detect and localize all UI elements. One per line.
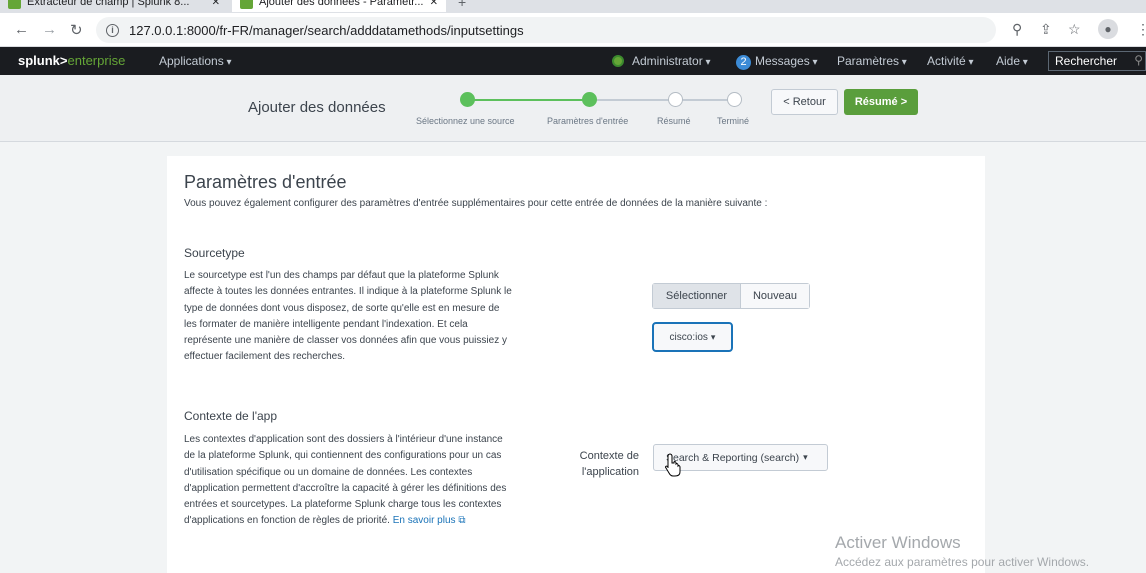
logo-main: splunk>	[18, 53, 68, 68]
splunk-header: splunk>enterprise Applications Administr…	[0, 47, 1146, 75]
windows-activation-watermark-title: Activer Windows	[835, 533, 961, 552]
app-context-field-label: Contexte de l'application	[579, 450, 639, 478]
wizard-title: Ajouter des données	[248, 99, 386, 116]
health-status-icon	[612, 55, 624, 67]
input-settings-panel: Paramètres d'entrée Vous pouvez égalemen…	[167, 156, 985, 573]
splunk-favicon-icon	[8, 0, 21, 9]
page-description: Vous pouvez également configurer des par…	[184, 198, 768, 209]
sourcetype-dropdown[interactable]: cisco:ios ▾	[652, 322, 733, 352]
applications-menu[interactable]: Applications	[159, 54, 232, 68]
zoom-icon[interactable]: ⚲	[1012, 21, 1022, 38]
step-dot-input-settings	[582, 92, 597, 107]
app-context-heading: Contexte de l'app	[184, 409, 278, 423]
sourcetype-mode-toggle: Sélectionner Nouveau	[652, 283, 810, 309]
step-label-input-settings: Paramètres d'entrée	[547, 116, 629, 126]
chevron-down-icon: ▾	[710, 331, 716, 342]
close-tab-icon[interactable]: ✕	[212, 0, 220, 8]
browser-menu-icon[interactable]: ⋮	[1136, 21, 1146, 38]
browser-tab-2[interactable]: Ajouter des données - Paramètr... ✕	[232, 0, 446, 12]
messages-count-badge: 2	[736, 55, 751, 70]
back-arrow-icon[interactable]: ←	[14, 21, 29, 38]
step-label-source: Sélectionnez une source	[416, 116, 515, 126]
step-dot-done	[727, 92, 742, 107]
chevron-down-icon: ▾	[803, 452, 808, 462]
learn-more-link[interactable]: En savoir plus ⧉	[393, 515, 466, 526]
activity-menu[interactable]: Activité	[927, 54, 974, 68]
reload-icon[interactable]: ↻	[70, 21, 83, 39]
messages-label: Messages	[755, 54, 818, 68]
next-review-button[interactable]: Résumé >	[844, 89, 918, 115]
step-dot-source	[460, 92, 475, 107]
app-context-value: Search & Reporting (search)	[666, 451, 800, 464]
profile-avatar-icon[interactable]: ●	[1098, 19, 1118, 39]
url-text: 127.0.0.1:8000/fr-FR/manager/search/addd…	[129, 22, 524, 38]
sourcetype-value: cisco:ios	[669, 331, 708, 343]
windows-activation-watermark-text: Accédez aux paramètres pour activer Wind…	[835, 555, 1090, 569]
close-tab-icon[interactable]: ✕	[430, 0, 438, 8]
search-icon: ⚲	[1134, 53, 1143, 67]
hand-pointer-cursor-icon	[665, 453, 681, 477]
messages-menu[interactable]: 2 Messages	[736, 54, 818, 70]
step-dot-review	[668, 92, 683, 107]
share-icon[interactable]: ⇪	[1040, 21, 1052, 38]
step-label-done: Terminé	[717, 116, 750, 126]
settings-menu[interactable]: Paramètres	[837, 54, 907, 68]
sourcetype-heading: Sourcetype	[184, 246, 245, 260]
page-title: Paramètres d'entrée	[184, 172, 347, 192]
new-sourcetype-button[interactable]: Nouveau	[741, 284, 809, 308]
splunk-logo[interactable]: splunk>enterprise	[18, 53, 125, 68]
forward-arrow-icon[interactable]: →	[42, 21, 57, 38]
add-data-wizard-bar: Ajouter des données Sélectionnez une sou…	[0, 75, 1146, 142]
sourcetype-description: Le sourcetype est l'un des champs par dé…	[184, 270, 512, 363]
user-menu[interactable]: Administrator	[612, 54, 711, 68]
address-bar[interactable]: i 127.0.0.1:8000/fr-FR/manager/search/ad…	[96, 17, 996, 43]
new-tab-icon[interactable]: +	[458, 0, 466, 10]
tab-title: Extracteur de champ | Splunk 8...	[27, 0, 190, 8]
browser-tab-strip: Extracteur de champ | Splunk 8... ✕ Ajou…	[0, 0, 1146, 13]
splunk-favicon-icon	[240, 0, 253, 9]
app-context-description: Les contextes d'application sont des dos…	[184, 432, 514, 530]
info-icon[interactable]: i	[106, 23, 119, 37]
tab-title: Ajouter des données - Paramètr...	[259, 0, 424, 8]
learn-more-label: En savoir plus	[392, 515, 456, 527]
select-sourcetype-button[interactable]: Sélectionner	[653, 284, 741, 308]
step-connector-done	[468, 99, 588, 101]
back-button[interactable]: < Retour	[771, 89, 838, 115]
search-label: Rechercher	[1055, 54, 1118, 68]
logo-sub: enterprise	[67, 53, 126, 68]
user-label: Administrator	[632, 54, 711, 68]
step-label-review: Résumé	[657, 116, 691, 126]
bookmark-star-icon[interactable]: ☆	[1068, 21, 1081, 38]
app-context-text: Les contextes d'application sont des dos…	[184, 434, 507, 527]
browser-tab-1[interactable]: Extracteur de champ | Splunk 8... ✕	[0, 0, 228, 12]
search-input[interactable]: Rechercher ⚲	[1048, 51, 1146, 71]
step-connector-todo	[596, 99, 734, 101]
help-menu[interactable]: Aide	[996, 54, 1028, 68]
external-link-icon: ⧉	[458, 515, 466, 527]
browser-toolbar: ← → ↻ i 127.0.0.1:8000/fr-FR/manager/sea…	[0, 13, 1146, 47]
